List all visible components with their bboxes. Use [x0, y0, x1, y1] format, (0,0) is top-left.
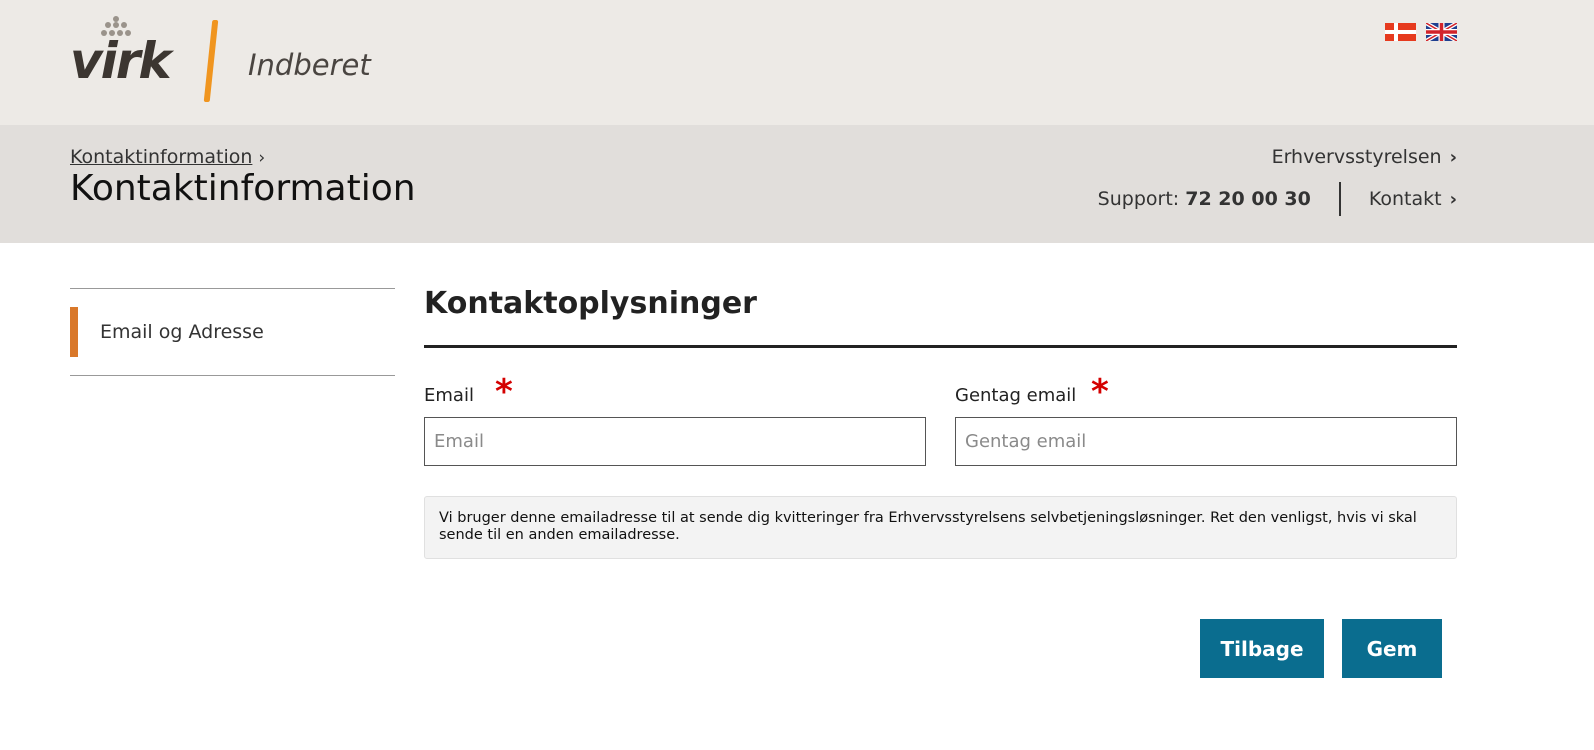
contact-label: Kontakt [1368, 188, 1442, 210]
logo-virk-text: virk [70, 32, 172, 90]
email-label: Email [424, 385, 474, 406]
info-message: Vi bruger denne emailadresse til at send… [424, 496, 1457, 559]
page-title: Kontaktinformation [70, 168, 416, 209]
chevron-right-icon: › [258, 148, 266, 168]
support-phone: 72 20 00 30 [1185, 188, 1311, 210]
sidebar-item-label: Email og Adresse [100, 321, 264, 343]
language-switcher [1385, 23, 1457, 41]
active-indicator [70, 307, 78, 357]
support-label: Support: [1097, 188, 1180, 210]
uk-flag-icon[interactable] [1426, 23, 1457, 41]
contact-link[interactable]: Kontakt › [1369, 188, 1457, 210]
required-asterisk: * [1091, 372, 1109, 412]
breadcrumb: Kontaktinformation › [70, 146, 265, 168]
danish-flag-icon[interactable] [1385, 23, 1416, 41]
section-divider [424, 345, 1457, 348]
required-asterisk: * [495, 372, 513, 412]
chevron-right-icon: › [1449, 188, 1457, 210]
back-button[interactable]: Tilbage [1200, 619, 1324, 678]
side-navigation: Email og Adresse [70, 288, 395, 376]
top-header: virk Indberet [0, 0, 1594, 125]
organization-link[interactable]: Erhvervsstyrelsen › [1272, 146, 1457, 168]
virk-indberet-logo[interactable]: virk Indberet [70, 14, 390, 104]
logo-product-text: Indberet [248, 48, 371, 82]
divider [1338, 182, 1341, 216]
email-input[interactable] [424, 417, 926, 466]
sidebar-item-email-og-adresse[interactable]: Email og Adresse [70, 307, 395, 357]
chevron-right-icon: › [1449, 146, 1457, 168]
section-title: Kontaktoplysninger [424, 286, 757, 321]
support-row: Support: 72 20 00 30 Kontakt › [1098, 182, 1457, 216]
save-button[interactable]: Gem [1342, 619, 1442, 678]
repeat-email-label: Gentag email [955, 385, 1077, 406]
breadcrumb-link-kontaktinformation[interactable]: Kontaktinformation [70, 146, 252, 168]
organization-label: Erhvervsstyrelsen [1271, 146, 1442, 168]
logo-slash [203, 20, 219, 102]
repeat-email-input[interactable] [955, 417, 1457, 466]
header-right-links: Erhvervsstyrelsen › Support: 72 20 00 30… [1098, 146, 1457, 216]
